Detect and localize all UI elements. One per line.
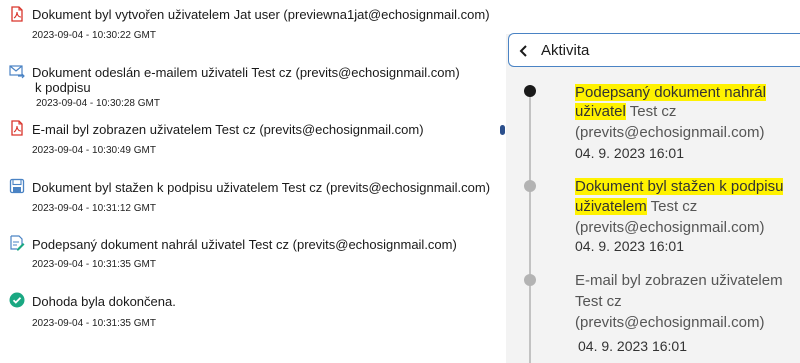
activity-item-date: 04. 9. 2023 16:01: [575, 238, 684, 254]
save-download-icon: [9, 178, 25, 194]
activity-item-line1: Dokument byl stažen k podpisu: [575, 176, 784, 197]
activity-item-line2: uživatelem Test cz: [575, 196, 697, 217]
pdf-document-icon: [11, 6, 23, 22]
timeline-dot-active: [524, 85, 536, 97]
event-timestamp: 2023-09-04 - 10:30:49 GMT: [32, 145, 156, 156]
event-title: E-mail byl zobrazen uživatelem Test cz (…: [32, 122, 424, 137]
activity-panel-header[interactable]: Aktivita: [508, 33, 800, 67]
event-timestamp: 2023-09-04 - 10:30:22 GMT: [32, 30, 156, 41]
activity-user: Test cz: [646, 198, 698, 215]
highlighted-text: uživatelem: [575, 198, 647, 215]
signed-document-icon: [10, 235, 25, 251]
activity-item-date: 04. 9. 2023 16:01: [575, 145, 684, 161]
check-circle-icon: [9, 292, 25, 308]
activity-item-date: 04. 9. 2023 16:01: [578, 338, 687, 354]
highlighted-text: Dokument byl stažen k podpisu: [575, 178, 784, 195]
event-title: Dokument byl stažen k podpisu uživatelem…: [32, 180, 491, 195]
event-title-continuation: k podpisu: [35, 80, 91, 95]
activity-item-email: (previts@echosignmail.com): [575, 124, 765, 141]
highlighted-text: uživatel: [575, 103, 626, 120]
chevron-left-icon[interactable]: [519, 45, 529, 57]
activity-user: Test cz: [625, 103, 677, 120]
activity-item-line1: Podepsaný dokument nahrál: [575, 82, 766, 103]
highlighted-text: Podepsaný dokument nahrál: [575, 84, 766, 101]
event-title: Dokument odeslán e-mailem uživateli Test…: [32, 65, 460, 80]
activity-item-line2: uživatel Test cz: [575, 101, 676, 122]
timeline-line: [529, 92, 531, 363]
event-title: Podepsaný dokument nahrál uživatel Test …: [32, 237, 457, 252]
timeline-dot: [524, 180, 536, 192]
activity-item-email: (previts@echosignmail.com): [575, 219, 765, 236]
event-title: Dohoda byla dokončena.: [32, 294, 176, 309]
pdf-document-icon: [11, 120, 23, 136]
event-timestamp: 2023-09-04 - 10:30:28 GMT: [36, 98, 160, 109]
event-timestamp: 2023-09-04 - 10:31:35 GMT: [32, 318, 156, 329]
event-title: Dokument byl vytvořen uživatelem Jat use…: [32, 7, 490, 22]
event-timestamp: 2023-09-04 - 10:31:35 GMT: [32, 259, 156, 270]
event-timestamp: 2023-09-04 - 10:31:12 GMT: [32, 203, 156, 214]
activity-item-line2: Test cz: [575, 293, 622, 310]
timeline-dot: [524, 274, 536, 286]
activity-item-email: (previts@echosignmail.com): [575, 314, 765, 331]
email-send-icon: [9, 65, 25, 79]
scroll-marker: [500, 125, 505, 135]
panel-title: Aktivita: [541, 42, 590, 59]
activity-item-line1: E-mail byl zobrazen uživatelem: [575, 272, 783, 289]
